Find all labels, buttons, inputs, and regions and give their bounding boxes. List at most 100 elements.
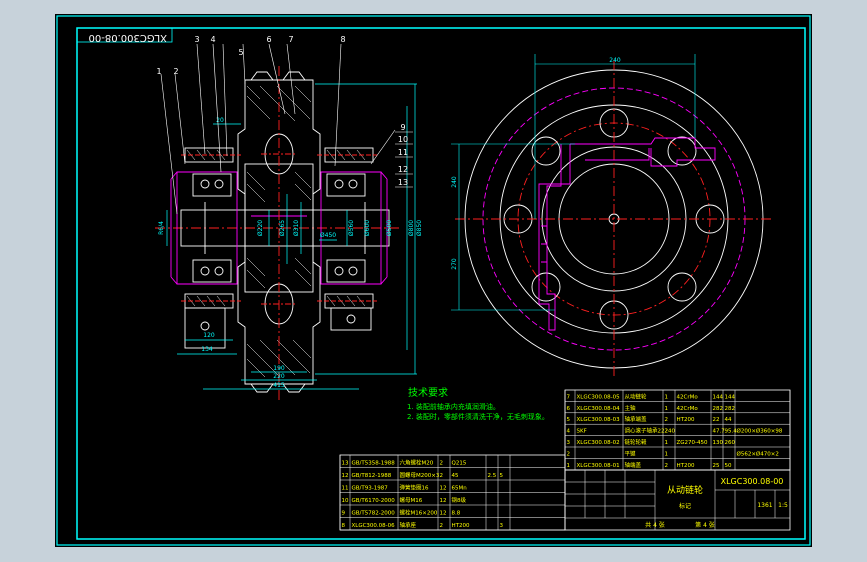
balloon-9: 9 <box>400 123 405 132</box>
end-view: 240 240 270 <box>451 54 773 378</box>
parts-left-cell-no: 11 <box>342 486 349 492</box>
dim-270-left: 270 <box>451 258 458 270</box>
balloon-3: 3 <box>194 35 199 44</box>
parts-left-cell-no: 12 <box>342 473 349 479</box>
parts-right-cell-w2: 50 <box>725 463 732 469</box>
parts-left-cell-code: GB/T812-1988 <box>352 473 392 479</box>
title-drawing-name: 从动链轮 <box>667 484 703 496</box>
parts-right-cell-w2: 260 <box>725 440 736 446</box>
parts-right-row: 2 平键 1 Ø562×Ø470×2 <box>564 447 791 459</box>
parts-right-cell-qty: 1 <box>665 451 669 457</box>
parts-right-cell-code: XLGC300.08-02 <box>577 440 620 446</box>
parts-right-cell-no: 2 <box>567 451 571 457</box>
dim-600-dia: Ø600 <box>364 220 371 236</box>
balloon-2: 2 <box>173 67 178 76</box>
parts-right-cell-w1: 25 <box>713 463 720 469</box>
dim-415: 415 <box>273 382 285 389</box>
parts-right-cell-mat: 42CrMo <box>677 406 699 412</box>
parts-right-cell-code: XLGC300.08-01 <box>577 463 620 469</box>
parts-right-cell-note: Ø200×Ø360×98 <box>737 428 783 435</box>
parts-left-cell-code: GB/T6170-2000 <box>352 498 396 504</box>
parts-left-cell-mat: 钢8级 <box>452 496 467 504</box>
parts-left-cell-code: GB/T5782-2000 <box>352 511 396 517</box>
parts-left-cell-mat: HT200 <box>452 523 470 529</box>
parts-left-cell-code: GB/T93-1987 <box>352 486 389 492</box>
parts-left-cell-no: 9 <box>342 511 346 517</box>
parts-left-row: 12 GB/T812-1988 圆螺母M200×3 2 45 2.5 5 <box>339 467 566 481</box>
parts-right-row: 1 XLGC300.08-01 轴端盖 2 HT200 25 50 <box>564 458 791 471</box>
parts-right-cell-name: 轴端盖 <box>625 461 642 469</box>
parts-right-cell-name: 链轮轮毂 <box>625 438 648 446</box>
parts-right-cell-note: Ø562×Ø470×2 <box>737 450 779 457</box>
tech-notes-title: 技术要求 <box>408 386 448 399</box>
parts-left-row: 8 XLGC300.08-06 轴承座 2 HT200 3 <box>339 517 566 531</box>
drawing-canvas[interactable]: XLGC300.08-00 20 Ø220 Ø265 Ø310 120 134 … <box>55 14 812 547</box>
balloon-1: 1 <box>156 67 161 76</box>
rotated-code-box: XLGC300.08-00 <box>76 27 173 43</box>
parts-right-cell-w1: 22 <box>713 417 720 423</box>
parts-right-cell-no: 4 <box>567 429 571 435</box>
parts-left-cell-mat: 8.8 <box>452 511 461 517</box>
parts-right-cell-code: XLGC300.08-05 <box>577 394 621 400</box>
dim-265-dia: Ø265 <box>279 220 286 236</box>
dim-240-top: 240 <box>609 57 621 64</box>
technical-requirements: 技术要求 1. 装配前轴承内充填润滑油。 2. 装配时，零部件须清洗干净，无毛刺… <box>407 386 549 421</box>
parts-right-cell-no: 6 <box>567 406 571 412</box>
parts-left-cell-qty: 2 <box>440 473 444 479</box>
parts-list-right: 7 XLGC300.08-05 从动链轮 1 42CrMo 144 1446 XLGC300.… <box>564 389 791 471</box>
parts-right-cell-qty: 2 <box>665 429 669 435</box>
parts-left-cell-name: 六角螺栓M20 <box>400 459 434 467</box>
balloon-8: 8 <box>340 35 345 44</box>
dim-800-dia: Ø800 <box>408 220 415 236</box>
parts-right-cell-no: 5 <box>567 417 571 423</box>
parts-left-cell-code: XLGC300.08-06 <box>352 523 396 529</box>
balloon-11: 11 <box>398 148 408 157</box>
parts-left-cell-w2: 3 <box>500 523 504 529</box>
parts-left-cell-mat: 65Mn <box>452 486 468 492</box>
tech-note-2: 2. 装配时，零部件须清洗干净，无毛刺现象。 <box>407 412 549 421</box>
parts-right-cell-w1: 130 <box>713 440 724 446</box>
bearing-seat-inner <box>541 148 650 263</box>
cad-drawing: XLGC300.08-00 20 Ø220 Ø265 Ø310 120 134 … <box>56 15 811 546</box>
balloon-6: 6 <box>266 35 271 44</box>
parts-right-cell-w1: 282 <box>713 406 724 412</box>
parts-right-cell-no: 1 <box>567 463 571 469</box>
balloon-12: 12 <box>398 165 408 174</box>
parts-left-cell-qty: 12 <box>440 486 447 492</box>
parts-right-row: 3 XLGC300.08-02 链轮轮毂 1 ZG270-450 130 260 <box>564 435 791 448</box>
parts-right-cell-name: 平键 <box>625 449 637 457</box>
parts-left-cell-qty: 12 <box>440 498 447 504</box>
parts-right-cell-mat: ZG270-450 <box>677 440 709 446</box>
parts-rows-left: 13 GB/T5358-1988 六角螺栓M20 2 Q21512 GB/T812-198… <box>339 455 566 531</box>
parts-right-cell-w2: 282 <box>725 406 736 412</box>
left-bearing-housing <box>170 147 241 349</box>
dim-r64: R6/4 <box>158 221 165 235</box>
bearing-seat-outline <box>538 137 716 331</box>
parts-right-cell-name: 主轴 <box>625 404 637 412</box>
dim-134: 134 <box>201 346 213 353</box>
parts-left-cell-name: 螺栓M16×200 <box>400 509 438 517</box>
parts-left-cell-no: 10 <box>342 498 349 504</box>
parts-right-cell-w2: 44 <box>725 417 732 423</box>
parts-rows-right: 7 XLGC300.08-05 从动链轮 1 42CrMo 144 1446 XLGC300.… <box>564 390 791 471</box>
tech-note-1: 1. 装配前轴承内充填润滑油。 <box>407 402 500 411</box>
parts-left-cell-name: 轴承座 <box>400 521 417 529</box>
section-leaders <box>160 43 396 215</box>
parts-right-cell-name: 轴承端盖 <box>625 415 648 423</box>
parts-left-cell-no: 8 <box>342 523 346 529</box>
balloon-5: 5 <box>238 48 243 57</box>
parts-right-cell-code: XLGC300.08-04 <box>577 406 621 412</box>
title-drawing-code: XLGC300.08-00 <box>721 477 784 486</box>
parts-left-cell-qty: 2 <box>440 523 444 529</box>
parts-left-cell-mat: 45 <box>452 473 459 479</box>
dim-220: 220 <box>273 373 285 380</box>
title-block: 从动链轮 XLGC300.08-00 1361 1:5 标记 共 4 张 第 4… <box>564 469 791 531</box>
parts-left-cell-name: 圆螺母M200×3 <box>400 471 440 479</box>
parts-left-cell-w1: 2.5 <box>488 473 497 479</box>
parts-left-cell-code: GB/T5358-1988 <box>352 461 396 467</box>
parts-right-cell-qty: 2 <box>665 463 669 469</box>
parts-right-row: 4 SKF 调心滚子轴承222402 47.7 95.4 Ø200×Ø360×98 <box>564 424 791 436</box>
parts-right-cell-qty: 1 <box>665 406 669 412</box>
dim-450-dia: Ø450 <box>320 232 336 239</box>
title-design-label: 标记 <box>679 502 691 510</box>
